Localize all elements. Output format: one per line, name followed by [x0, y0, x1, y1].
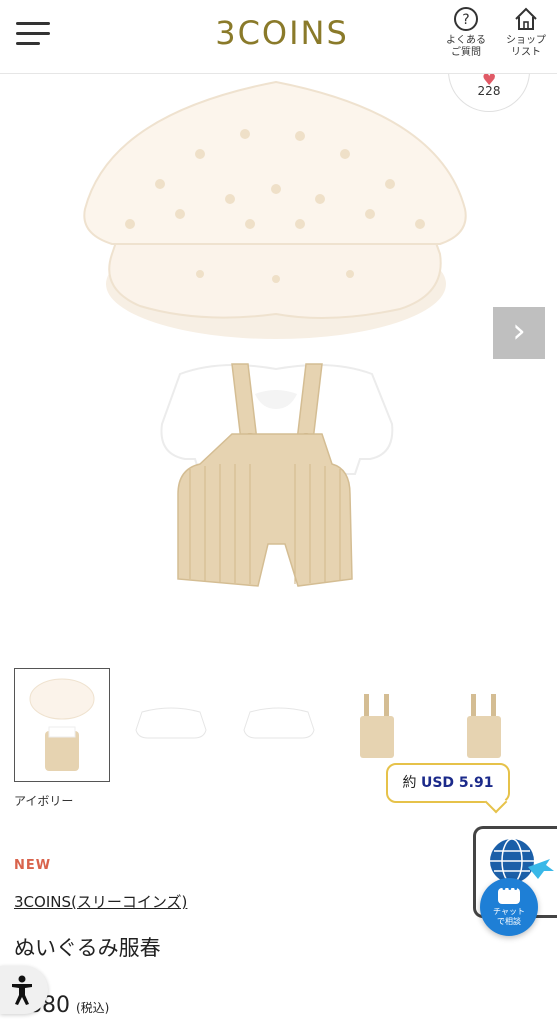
faq-label-2: ご質問	[451, 47, 481, 58]
favorite-count: 228	[477, 84, 501, 98]
svg-text:?: ?	[462, 12, 469, 28]
color-label: アイボリー	[14, 794, 74, 808]
usd-amount: USD 5.91	[420, 775, 494, 791]
chat-bubble-icon	[498, 885, 520, 904]
menu-icon[interactable]	[16, 22, 50, 46]
site-header: 3COINS ? よくある ご質問 ショップ リスト	[0, 0, 557, 74]
approx-prefix: 約	[402, 775, 417, 791]
thumbnail-3[interactable]	[232, 668, 328, 782]
brand-link[interactable]: 3COINS(スリーコインズ)	[14, 891, 187, 912]
faq-label-1: よくある	[446, 35, 486, 46]
thumbnail-1[interactable]	[14, 668, 110, 782]
home-icon	[515, 7, 537, 30]
chat-label-1: チャット	[493, 907, 525, 916]
tax-note: (税込)	[76, 1001, 110, 1015]
shop-list-button[interactable]: ショップ リスト	[499, 6, 553, 59]
faq-button[interactable]: ? よくある ご質問	[439, 6, 493, 59]
shop-label-1: ショップ	[506, 35, 546, 46]
chat-label-2: で相談	[497, 917, 521, 926]
chat-button[interactable]: チャット で相談	[480, 878, 538, 936]
shop-label-2: リスト	[511, 47, 541, 58]
currency-conversion-tooltip: 約 USD 5.91	[386, 763, 510, 803]
accessibility-icon	[12, 975, 32, 1005]
site-logo[interactable]: 3COINS	[210, 14, 354, 52]
thumbnail-2[interactable]	[124, 668, 220, 782]
next-image-button[interactable]: ›	[493, 307, 545, 359]
product-main-image[interactable]	[0, 74, 557, 644]
accessibility-button[interactable]	[0, 966, 48, 1014]
help-icon: ?	[454, 7, 478, 31]
product-name: ぬいぐるみ服春	[14, 936, 161, 960]
hat-illustration	[83, 80, 467, 339]
new-badge: NEW	[14, 858, 52, 873]
